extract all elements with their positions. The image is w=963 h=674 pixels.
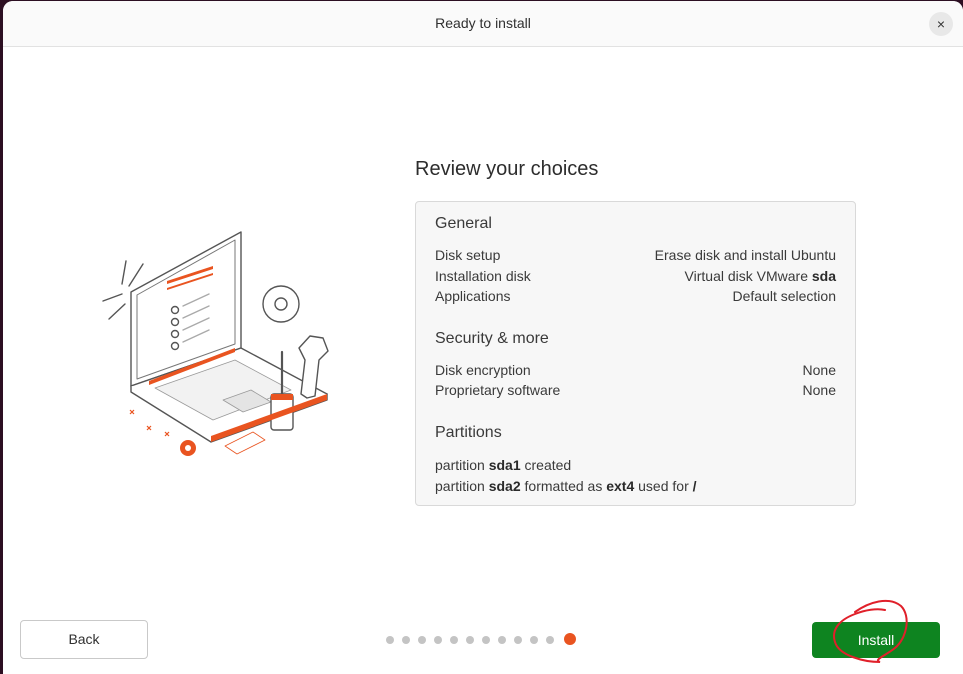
progress-dot [386, 636, 394, 644]
applications-value: Default selection [732, 288, 836, 304]
progress-dot [450, 636, 458, 644]
partition-line-2-prefix: partition [435, 478, 489, 494]
section-title-general: General [435, 215, 492, 232]
disk-encryption-value: None [802, 362, 836, 378]
section-title-partitions: Partitions [435, 424, 502, 441]
applications-label: Applications [435, 288, 511, 304]
row-disk-setup: Disk setup Erase disk and install Ubuntu [435, 247, 836, 267]
close-button[interactable]: × [929, 12, 953, 36]
progress-dot [434, 636, 442, 644]
section-title-security: Security & more [435, 330, 549, 347]
progress-dot-current [564, 633, 576, 645]
close-icon: × [936, 16, 946, 32]
proprietary-software-label: Proprietary software [435, 382, 561, 398]
progress-dot [498, 636, 506, 644]
partition-line-1: partition sda1 created [435, 457, 571, 473]
partition-line-2: partition sda2 formatted as ext4 used fo… [435, 478, 697, 494]
progress-dots [384, 633, 584, 647]
installation-disk-value-text: Virtual disk VMware [684, 268, 812, 284]
partition-filesystem: ext4 [606, 478, 635, 494]
proprietary-software-value: None [802, 382, 836, 398]
progress-dot [402, 636, 410, 644]
partition-sda1: sda1 [488, 457, 521, 473]
back-button[interactable]: Back [20, 620, 148, 659]
summary-card: General Disk setup Erase disk and instal… [415, 201, 856, 506]
row-proprietary-software: Proprietary software None [435, 382, 836, 402]
installation-disk-label: Installation disk [435, 268, 531, 284]
row-disk-encryption: Disk encryption None [435, 362, 836, 382]
partition-mount-point: / [692, 478, 697, 494]
install-button[interactable]: Install [812, 622, 940, 658]
progress-dot [418, 636, 426, 644]
partition-line-2-mid: formatted as [520, 478, 607, 494]
row-applications: Applications Default selection [435, 288, 836, 308]
progress-dot [466, 636, 474, 644]
progress-dot [482, 636, 490, 644]
installation-disk-device: sda [811, 268, 836, 284]
partition-line-2-mid2: used for [634, 478, 693, 494]
window-title: Ready to install [435, 15, 531, 31]
disk-setup-label: Disk setup [435, 247, 501, 263]
partition-sda2: sda2 [488, 478, 521, 494]
partition-line-1-prefix: partition [435, 457, 489, 473]
laptop-illustration [102, 231, 329, 456]
installation-disk-value: Virtual disk VMware sda [685, 268, 836, 284]
row-installation-disk: Installation disk Virtual disk VMware sd… [435, 268, 836, 288]
partition-line-1-suffix: created [520, 457, 572, 473]
disk-encryption-label: Disk encryption [435, 362, 531, 378]
title-bar: Ready to install × [3, 1, 963, 47]
page-heading: Review your choices [415, 158, 599, 180]
progress-dot [546, 636, 554, 644]
disk-setup-value: Erase disk and install Ubuntu [654, 247, 836, 263]
progress-dot [514, 636, 522, 644]
progress-dot [530, 636, 538, 644]
